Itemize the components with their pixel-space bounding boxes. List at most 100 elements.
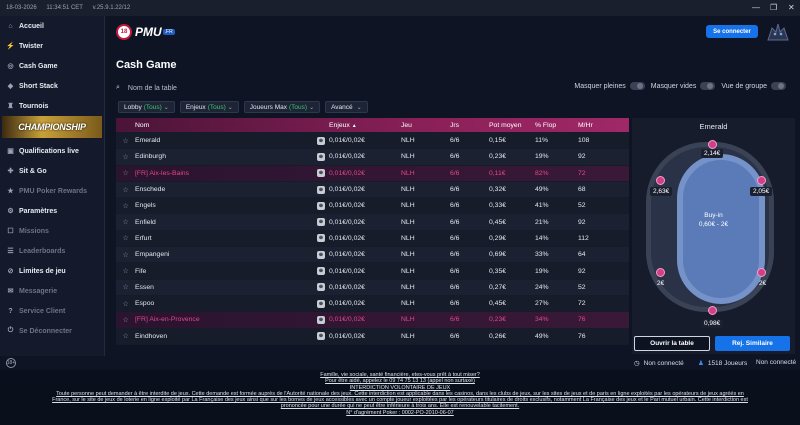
table-row[interactable]: ☆ Enschede ⊕ 0,01€/0,02€ NLH 6/6 0,32€ 49% 68 [116,181,629,199]
preview-table-name: Emerald [699,122,728,131]
filter-3[interactable]: Avancé ⌄ [325,101,368,113]
sidebar-item-mail[interactable]: ✉ Messagerie [0,281,104,301]
sidebar-item-stack[interactable]: ◆ Short Stack [0,76,104,96]
favorite-star-icon[interactable]: ☆ [116,186,135,194]
players: 6/6 [450,137,460,145]
flop-percent: 41% [535,202,549,210]
close-icon[interactable]: ✕ [788,0,795,16]
coin-icon: ◎ [7,63,14,70]
table-row[interactable]: ☆ Empangeni ⊕ 0,01€/0,02€ NLH 6/6 0,69€ 33% 64 [116,247,629,264]
favorite-star-icon[interactable]: ☆ [116,332,135,340]
column-header[interactable]: Jeu [401,122,450,129]
switch[interactable] [700,82,716,90]
restore-icon[interactable]: ❐ [770,0,777,16]
table-row[interactable]: ☆ [FR] Aix-les-Bains ⊕ 0,01€/0,02€ NLH 6/6 0,1… [116,165,629,182]
column-header[interactable]: Jrs [450,122,489,129]
championship-banner[interactable]: CHAMPIONSHIP [2,116,102,138]
favorite-star-icon[interactable]: ☆ [116,316,135,324]
mission-icon: ☐ [7,228,14,235]
table-row[interactable]: ☆ Engels ⊕ 0,01€/0,02€ NLH 6/6 0,33€ 41% 52 [116,198,629,215]
table-row[interactable]: ☆ Fife ⊕ 0,01€/0,02€ NLH 6/6 0,35€ 19% 92 [116,263,629,280]
join-similar-button[interactable]: Rej. Similaire [715,336,790,351]
favorite-star-icon[interactable]: ☆ [116,234,135,242]
column-header[interactable]: M/Hr [578,122,618,129]
sidebar-item-coin[interactable]: ◎ Cash Game [0,56,104,76]
table-row[interactable]: ☆ Eindhoven ⊕ 0,01€/0,02€ NLH 6/6 0,26€ 49% 76 [116,328,629,345]
filter-2[interactable]: Joueurs Max (Tous) ⌄ [243,101,321,113]
pmu-poker-logo[interactable]: 18 PMU .FR [116,24,175,40]
column-header[interactable]: % Flop [535,122,578,129]
favorite-star-icon[interactable]: ☆ [116,169,135,177]
avg-pot: 0,26€ [489,332,507,340]
game: NLH [401,153,415,161]
table-row[interactable]: ☆ Enfield ⊕ 0,01€/0,02€ NLH 6/6 0,45€ 21% 92 [116,214,629,231]
player-seat-icon [757,176,766,185]
filter-value: (Tous) [289,103,308,111]
sidebar-item-limit[interactable]: ⊘ Limites de jeu [0,261,104,281]
filter-value: (Tous) [207,103,226,111]
players: 6/6 [450,202,460,210]
favorite-star-icon[interactable]: ☆ [116,300,135,308]
connect-button[interactable]: Se connecter [706,25,758,38]
stakes: 0,01€/0,02€ [329,218,365,226]
table-row[interactable]: ☆ Erfurt ⊕ 0,01€/0,02€ NLH 6/6 0,29€ 14% 112 [116,230,629,248]
sidebar-item-mission[interactable]: ☐ Missions [0,221,104,241]
toggle-hide-empty[interactable]: Masquer vides [651,82,716,90]
sidebar-item-support[interactable]: ? Service Client [0,301,104,321]
filter-1[interactable]: Enjeux (Tous) ⌄ [179,101,239,113]
mail-icon: ✉ [7,288,14,295]
sidebar-item-home[interactable]: ⌂ Accueil [0,16,104,36]
players-text: 1518 Joueurs [707,359,748,367]
table-name: Espoo [135,300,155,308]
table-row[interactable]: ☆ Essen ⊕ 0,01€/0,02€ NLH 6/6 0,27€ 24% 52 [116,279,629,296]
status-text: Non connecté [643,359,684,367]
toggle-group-view[interactable]: Vue de groupe [721,82,786,90]
table-row[interactable]: ☆ Emerald ⊕ 0,01€/0,02€ NLH 6/6 0,15€ 11% 108 [116,133,629,150]
stakes: 0,01€/0,02€ [329,300,365,308]
favorite-star-icon[interactable]: ☆ [116,251,135,259]
avg-pot: 0,29€ [489,234,507,242]
person-icon: ♟ [698,360,704,367]
table-row[interactable]: ☆ Edinburgh ⊕ 0,01€/0,02€ NLH 6/6 0,23€ 19% 92 [116,149,629,166]
sidebar-item-sitgo[interactable]: ✚ Sit & Go [0,161,104,181]
switch[interactable] [771,82,786,90]
toggle-hide-full[interactable]: Masquer pleines [574,82,645,90]
favorite-star-icon[interactable]: ☆ [116,267,135,275]
table-row[interactable]: ☆ Espoo ⊕ 0,01€/0,02€ NLH 6/6 0,45€ 27% 72 [116,295,629,313]
column-header[interactable]: Nom [135,122,317,129]
sidebar-item-reward[interactable]: ★ PMU Poker Rewards [0,181,104,201]
game: NLH [401,332,415,340]
favorite-star-icon[interactable]: ☆ [116,218,135,226]
favorite-star-icon[interactable]: ☆ [116,153,135,161]
avg-pot: 0,27€ [489,283,507,291]
game: NLH [401,283,415,291]
sidebar-item-logout[interactable]: ⏻ Se Déconnecter [0,321,104,341]
hands-per-hour: 108 [578,137,590,145]
minimize-icon[interactable]: — [752,0,760,16]
favorite-star-icon[interactable]: ☆ [116,283,135,291]
sidebar-item-trophy[interactable]: ♜ Tournois [0,96,104,116]
search-input[interactable]: ⌕ Nom de la table [116,82,296,94]
filter-label: Avancé [331,103,353,111]
sidebar-item-ticket[interactable]: ▣ Qualifications live [0,141,104,161]
table-name: [FR] Aix-les-Bains [135,169,190,177]
flop-percent: 24% [535,283,549,291]
game: NLH [401,218,415,226]
filter-0[interactable]: Lobby (Tous) ⌄ [118,101,175,113]
open-table-button[interactable]: Ouvrir la table [634,336,710,351]
column-header[interactable]: Enjeux ▲ [329,122,401,129]
switch[interactable] [629,82,645,90]
favorite-star-icon[interactable]: ☆ [116,137,135,145]
table-type-icon: ⊕ [317,250,325,259]
table-row[interactable]: ☆ [FR] Aix-en-Provence ⊕ 0,01€/0,02€ NLH 6/6 0… [116,312,629,329]
sidebar-item-bolt[interactable]: ⚡ Twister [0,36,104,56]
sidebar-item-label: Twister [19,42,43,50]
sidebar-item-leaderboard[interactable]: ☰ Leaderboards [0,241,104,261]
table-header: Nom Enjeux ▲ Jeu Jrs Pot moyen% Flop M/Hr [116,118,629,133]
stakes: 0,01€/0,02€ [329,283,365,291]
table-name: Erfurt [135,234,152,242]
column-header[interactable]: Pot moyen [489,122,535,129]
sidebar-item-gear[interactable]: ⚙ Paramètres [0,201,104,221]
favorite-star-icon[interactable]: ☆ [116,202,135,210]
hands-per-hour: 76 [578,332,586,340]
